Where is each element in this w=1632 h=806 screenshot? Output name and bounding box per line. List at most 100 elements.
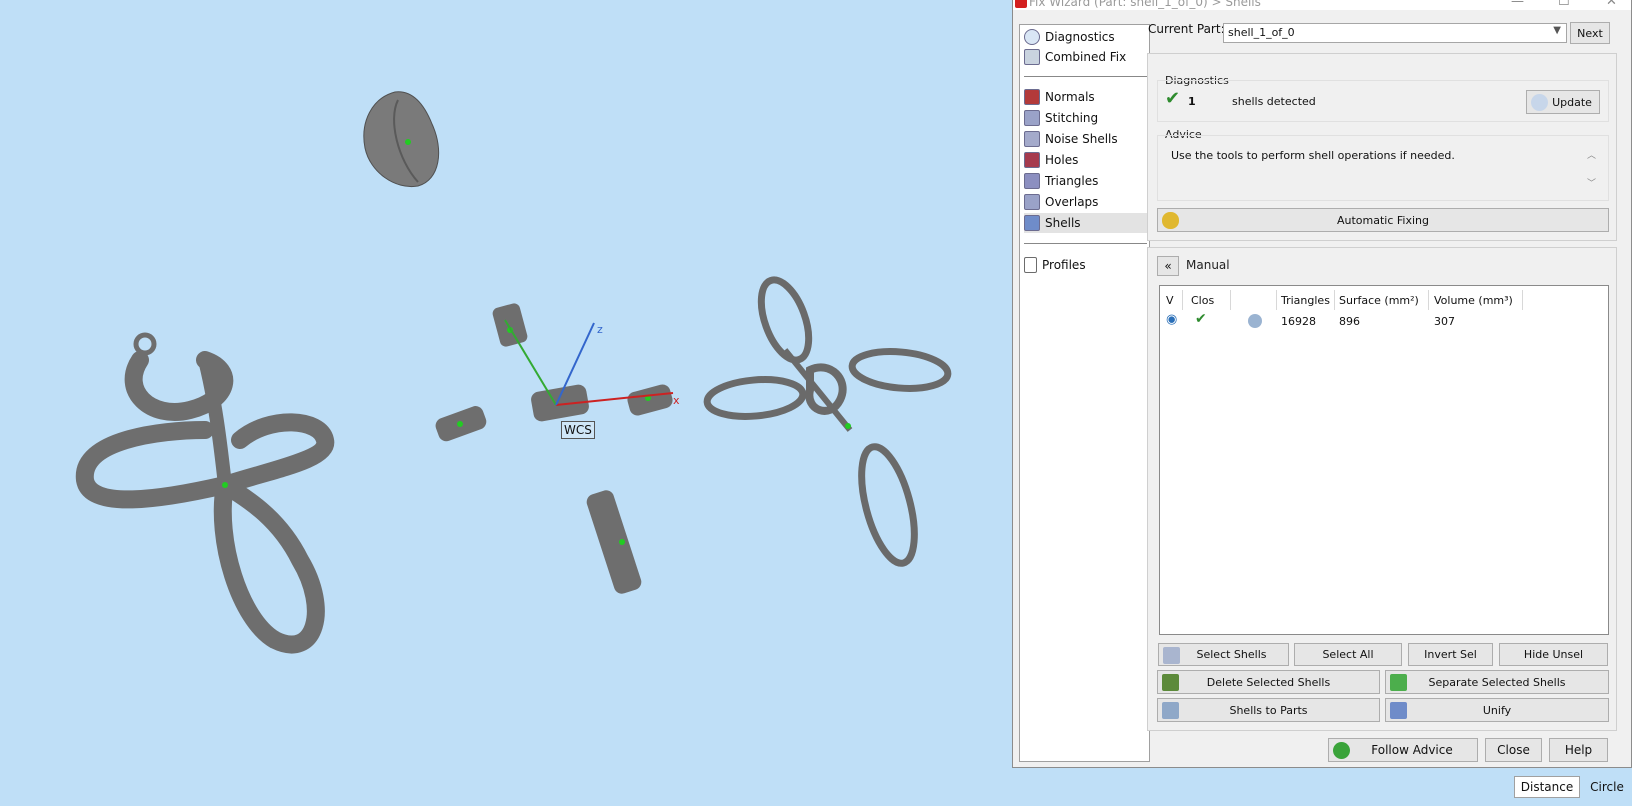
unify-button[interactable]: Unify <box>1385 698 1609 722</box>
current-part-label: Current Part: <box>1148 22 1225 36</box>
profiles-icon <box>1024 257 1037 273</box>
cell-volume: 307 <box>1434 315 1455 328</box>
cell-triangles: 16928 <box>1281 315 1316 328</box>
nav-item-overlaps[interactable]: Overlaps <box>1024 192 1147 212</box>
close-button[interactable]: Close <box>1485 738 1542 762</box>
nav-item-normals[interactable]: Normals <box>1024 87 1147 107</box>
nav-divider <box>1024 243 1147 244</box>
invert-selection-button[interactable]: Invert Sel <box>1408 643 1493 666</box>
delete-shells-icon <box>1162 674 1179 691</box>
eye-icon[interactable]: ◉ <box>1166 312 1177 327</box>
follow-advice-button[interactable]: Follow Advice <box>1328 738 1478 762</box>
fragment-shell-left[interactable] <box>433 404 488 444</box>
nav-item-holes[interactable]: Holes <box>1024 150 1147 170</box>
advice-box <box>1157 135 1609 201</box>
twisted-cross-shell[interactable] <box>75 332 335 654</box>
maximize-button[interactable]: ☐ <box>1558 0 1570 9</box>
nav-item-label: Combined Fix <box>1045 50 1127 64</box>
hide-unselected-button[interactable]: Hide Unsel <box>1499 643 1608 666</box>
delete-selected-shells-button[interactable]: Delete Selected Shells <box>1157 670 1380 694</box>
app-icon <box>1015 0 1027 8</box>
close-window-button[interactable]: ✕ <box>1606 0 1617 9</box>
nav-item-stitching[interactable]: Stitching <box>1024 108 1147 128</box>
nav-item-triangles[interactable]: Triangles <box>1024 171 1147 191</box>
tab-circle[interactable]: Circle <box>1584 776 1630 798</box>
column-header-surface[interactable]: Surface (mm²) <box>1339 294 1419 307</box>
normals-cube-icon <box>1024 89 1040 105</box>
separate-selected-shells-button[interactable]: Separate Selected Shells <box>1385 670 1609 694</box>
wizard-nav: Diagnostics Combined Fix Normals Stitchi… <box>1019 24 1150 762</box>
collapse-manual-button[interactable]: « <box>1157 256 1179 276</box>
double-chevron-up-icon: « <box>1164 259 1172 273</box>
zoom-to-shell-icon[interactable] <box>1248 314 1262 328</box>
shells-to-parts-button[interactable]: Shells to Parts <box>1157 698 1380 722</box>
select-shells-icon <box>1163 647 1180 664</box>
unify-icon <box>1390 702 1407 719</box>
nav-item-combined-fix[interactable]: Combined Fix <box>1024 47 1147 67</box>
fragment-shell-right[interactable] <box>626 383 675 418</box>
teardrop-shell[interactable] <box>363 91 440 188</box>
shells-detected-text: shells detected <box>1232 95 1316 108</box>
nav-item-diagnostics[interactable]: Diagnostics <box>1024 27 1147 47</box>
nav-item-profiles[interactable]: Profiles <box>1024 255 1147 275</box>
minimize-button[interactable]: — <box>1511 0 1524 9</box>
nav-item-label: Triangles <box>1045 174 1099 188</box>
triangles-cube-icon <box>1024 173 1040 189</box>
magnifier-icon <box>1531 94 1548 111</box>
nav-item-label: Normals <box>1045 90 1095 104</box>
nav-item-label: Shells <box>1045 216 1081 230</box>
update-button[interactable]: Update <box>1526 90 1600 114</box>
chevron-down-icon: ▼ <box>1553 25 1561 36</box>
select-shells-label: Select Shells <box>1196 648 1267 661</box>
help-button[interactable]: Help <box>1549 738 1608 762</box>
axis-z-label: z <box>597 323 603 336</box>
nav-item-label: Noise Shells <box>1045 132 1118 146</box>
automatic-fixing-label: Automatic Fixing <box>1336 213 1429 227</box>
green-arrow-icon <box>1333 742 1350 759</box>
automatic-fixing-button[interactable]: Automatic Fixing <box>1157 208 1609 232</box>
fragment-shell-top[interactable] <box>491 302 528 348</box>
current-part-select[interactable]: shell_1_of_0 ▼ <box>1223 23 1567 43</box>
tab-distance[interactable]: Distance <box>1514 776 1580 798</box>
celtic-cross-shell[interactable] <box>703 274 952 569</box>
shells-to-parts-icon <box>1162 702 1179 719</box>
gears-icon <box>1162 212 1179 229</box>
next-button[interactable]: Next <box>1570 22 1610 44</box>
select-all-button[interactable]: Select All <box>1294 643 1402 666</box>
nav-item-label: Diagnostics <box>1045 30 1115 44</box>
update-label: Update <box>1552 95 1592 109</box>
axis-x-label: x <box>673 394 680 407</box>
magnifier-icon <box>1024 29 1040 45</box>
scroll-down-icon[interactable]: ﹀ <box>1587 176 1596 189</box>
fragment-shell-bottom[interactable] <box>585 488 644 596</box>
check-icon: ✔ <box>1195 311 1207 327</box>
advice-text: Use the tools to perform shell operation… <box>1171 149 1455 162</box>
follow-advice-label: Follow Advice <box>1371 743 1453 757</box>
shells-cube-icon <box>1024 215 1040 231</box>
nav-item-shells[interactable]: Shells <box>1024 213 1147 233</box>
current-part-value: shell_1_of_0 <box>1228 26 1295 39</box>
shells-to-parts-label: Shells to Parts <box>1229 703 1308 717</box>
nav-item-label: Stitching <box>1045 111 1099 125</box>
check-icon: ✔ <box>1165 88 1181 109</box>
overlaps-cube-icon <box>1024 194 1040 210</box>
scroll-up-icon[interactable]: ︿ <box>1587 148 1596 161</box>
separate-selected-shells-label: Separate Selected Shells <box>1428 675 1566 689</box>
column-header-v[interactable]: V <box>1166 294 1174 307</box>
shells-count: 1 <box>1188 95 1196 108</box>
holes-cube-icon <box>1024 152 1040 168</box>
unify-label: Unify <box>1482 703 1512 717</box>
window-title: Fix Wizard (Part: shell_1_of_0) > Shells <box>1029 0 1261 9</box>
column-header-triangles[interactable]: Triangles <box>1281 294 1330 307</box>
select-shells-button[interactable]: Select Shells <box>1158 643 1289 666</box>
nav-item-noise-shells[interactable]: Noise Shells <box>1024 129 1147 149</box>
cell-surface: 896 <box>1339 315 1360 328</box>
shells-table: V Clos Triangles Surface (mm²) Volume (m… <box>1159 285 1609 635</box>
separate-shells-icon <box>1390 674 1407 691</box>
nav-item-label: Profiles <box>1042 258 1086 272</box>
nav-item-label: Holes <box>1045 153 1079 167</box>
column-header-volume[interactable]: Volume (mm³) <box>1434 294 1513 307</box>
noise-shells-cube-icon <box>1024 131 1040 147</box>
combined-fix-icon <box>1024 49 1040 65</box>
column-header-closed[interactable]: Clos <box>1191 294 1214 307</box>
